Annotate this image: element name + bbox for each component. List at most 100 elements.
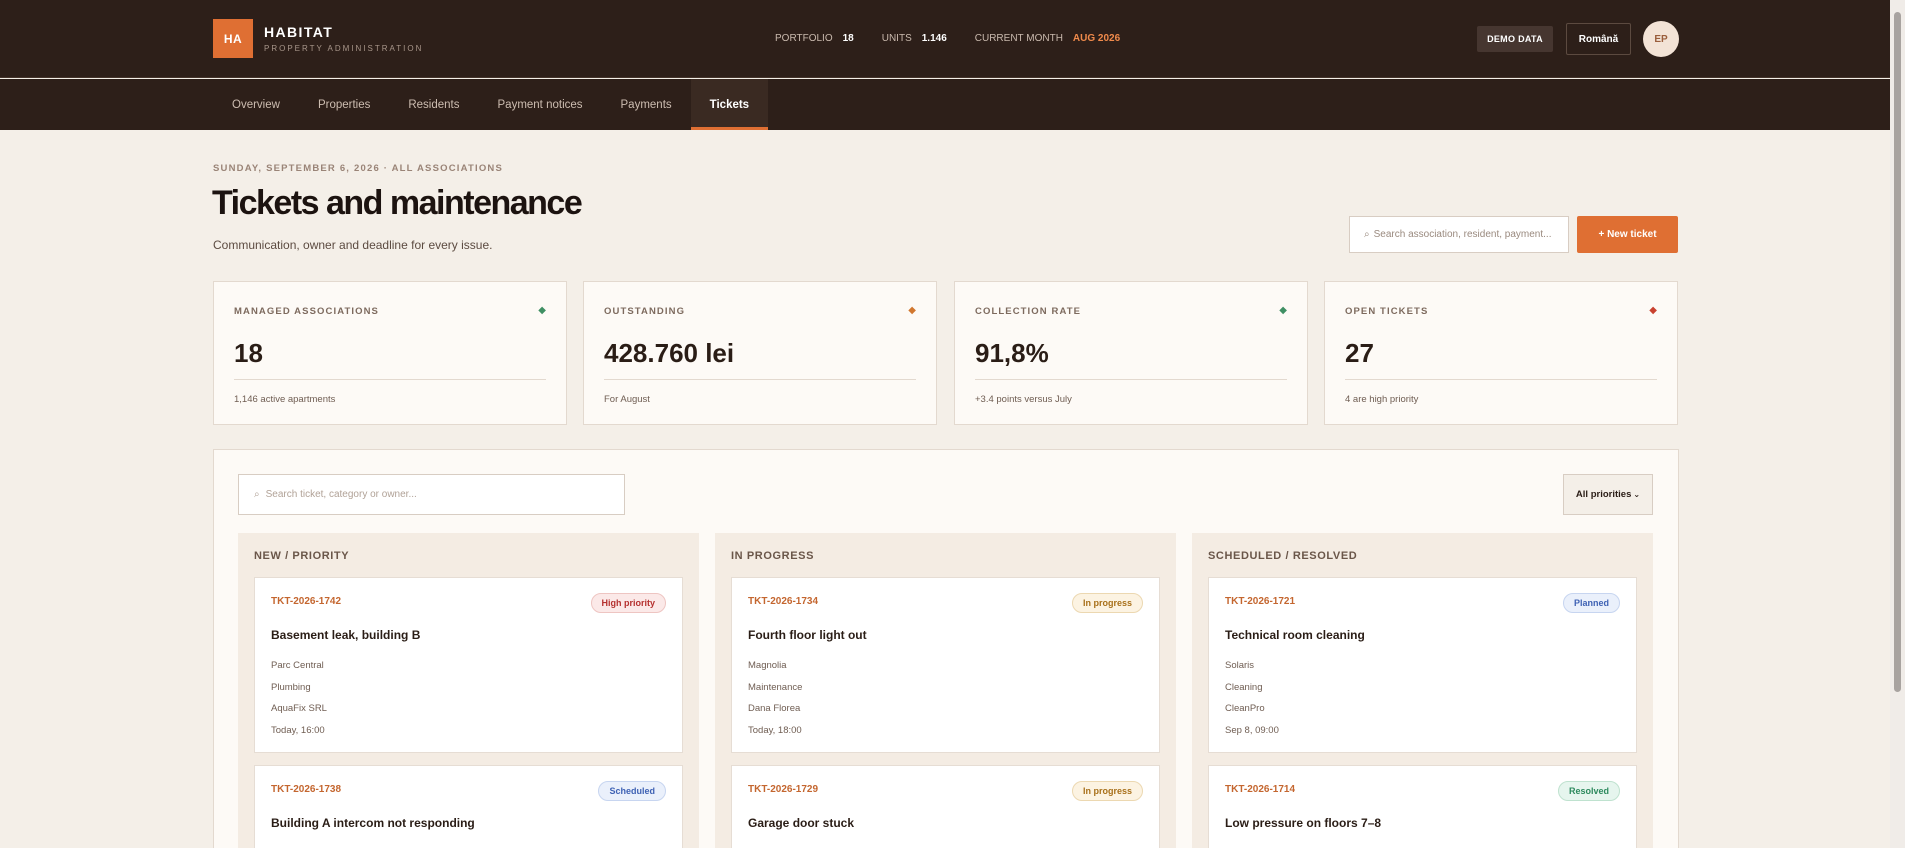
demo-data-button[interactable]: DEMO DATA [1477,26,1553,52]
stat-label: CURRENT MONTH [974,33,1063,44]
page-subtitle: Communication, owner and deadline for ev… [213,238,493,252]
priority-select[interactable]: All priorities ⌄ [1563,474,1653,515]
tab-payment-notices[interactable]: Payment notices [479,79,602,130]
ticket-card[interactable]: TKT-2026-1734 In progress Fourth floor l… [731,577,1160,753]
avatar[interactable]: EP [1643,21,1679,57]
column-new-priority: NEW / PRIORITY TKT-2026-1742 High priori… [238,533,699,848]
kpi-label: OUTSTANDING [604,306,686,317]
column-title: SCHEDULED / RESOLVED [1208,550,1358,562]
stat-label: PORTFOLIO [775,33,833,44]
scrollbar-thumb[interactable] [1894,12,1901,692]
stat-label: UNITS [881,33,912,44]
ticket-category: Cleaning [1225,682,1263,693]
ticket-deadline: Sep 8, 09:00 [1225,725,1279,736]
stat-value: 1.146 [921,33,947,44]
stat-portfolio: PORTFOLIO 18 [775,33,854,44]
kpi-label: MANAGED ASSOCIATIONS [234,306,379,317]
status-badge: Scheduled [598,781,666,801]
column-in-progress: IN PROGRESS TKT-2026-1734 In progress Fo… [715,533,1176,848]
page-title: Tickets and maintenance [212,184,583,222]
ticket-association: Parc Central [271,660,324,671]
ticket-owner: Dana Florea [748,703,801,714]
language-button[interactable]: Română [1566,23,1631,55]
divider [1345,379,1657,380]
nav-bar: Overview Properties Residents Payment no… [0,79,1890,130]
logo[interactable]: HA [213,19,253,58]
ticket-owner: CleanPro [1225,703,1265,714]
status-badge: In progress [1071,781,1143,801]
stat-value: 18 [842,33,854,44]
search-icon: ⌕ [254,489,260,500]
header-stats: PORTFOLIO 18 UNITS 1.146 CURRENT MONTH A… [775,33,1120,44]
ticket-card[interactable]: TKT-2026-1738 Scheduled Building A inter… [254,765,683,848]
kpi-value: 27 [1345,338,1374,368]
brand-name: HABITAT [264,24,334,40]
ticket-id: TKT-2026-1742 [271,596,342,607]
kpi-value: 428.760 lei [604,338,735,368]
ticket-category: Maintenance [748,682,803,693]
chevron-down-icon: ⌄ [1633,490,1641,499]
ticket-title: Technical room cleaning [1225,628,1365,642]
ticket-card[interactable]: TKT-2026-1714 Resolved Low pressure on f… [1208,765,1637,848]
kpi-note: 1,146 active apartments [234,394,336,405]
diamond-icon: ◆ [908,305,916,316]
kpi-open-tickets: OPEN TICKETS ◆ 27 4 are high priority [1324,281,1678,425]
ticket-card[interactable]: TKT-2026-1721 Planned Technical room cle… [1208,577,1637,753]
tab-tickets[interactable]: Tickets [690,79,769,130]
kpi-note: +3.4 points versus July [975,394,1072,405]
diamond-icon: ◆ [1279,305,1287,316]
stat-value: AUG 2026 [1072,33,1121,44]
kpi-note: 4 are high priority [1345,394,1419,405]
ticket-card[interactable]: TKT-2026-1729 In progress Garage door st… [731,765,1160,848]
diamond-icon: ◆ [538,305,546,316]
status-badge: High priority [590,593,666,613]
divider [975,379,1287,380]
status-badge: Resolved [1557,781,1620,801]
new-ticket-button[interactable]: + New ticket [1577,216,1678,253]
nav-tabs: Overview Properties Residents Payment no… [213,79,769,130]
diamond-icon: ◆ [1649,305,1657,316]
priority-select-value: All priorities [1575,489,1632,500]
search-placeholder: Search association, resident, payment... [1373,229,1552,240]
ticket-deadline: Today, 18:00 [748,725,802,736]
kpi-outstanding: OUTSTANDING ◆ 428.760 lei For August [583,281,937,425]
ticket-owner: AquaFix SRL [271,703,327,714]
ticket-deadline: Today, 16:00 [271,725,325,736]
kpi-label: OPEN TICKETS [1345,306,1429,317]
kpi-managed-associations: MANAGED ASSOCIATIONS ◆ 18 1,146 active a… [213,281,567,425]
ticket-id: TKT-2026-1738 [271,784,342,795]
tab-overview[interactable]: Overview [213,79,299,130]
ticket-association: Solaris [1225,660,1255,671]
divider [604,379,916,380]
status-badge: In progress [1071,593,1143,613]
tab-properties[interactable]: Properties [299,79,389,130]
dateline: SUNDAY, SEPTEMBER 6, 2026 · ALL ASSOCIAT… [213,163,504,174]
ticket-title: Building A intercom not responding [271,816,475,830]
kpi-value: 18 [234,338,263,368]
column-scheduled-resolved: SCHEDULED / RESOLVED TKT-2026-1721 Plann… [1192,533,1653,848]
stat-units: UNITS 1.146 [882,33,947,44]
tab-payments[interactable]: Payments [602,79,691,130]
ticket-id: TKT-2026-1734 [748,596,819,607]
ticket-card[interactable]: TKT-2026-1742 High priority Basement lea… [254,577,683,753]
global-search-input[interactable]: ⌕ Search association, resident, payment.… [1349,216,1569,253]
tab-residents[interactable]: Residents [389,79,478,130]
brand-tagline: PROPERTY ADMINISTRATION [264,44,424,53]
status-badge: Planned [1562,593,1620,613]
top-bar: HA HABITAT PROPERTY ADMINISTRATION PORTF… [0,0,1890,78]
ticket-id: TKT-2026-1721 [1225,596,1296,607]
divider [234,379,546,380]
search-placeholder: Search ticket, category or owner... [265,489,417,500]
stat-current-month: CURRENT MONTH AUG 2026 [975,33,1120,44]
column-title: IN PROGRESS [731,550,815,562]
ticket-category: Plumbing [271,682,311,693]
ticket-association: Magnolia [748,660,787,671]
kpi-note: For August [604,394,650,405]
kpi-label: COLLECTION RATE [975,306,1082,317]
ticket-title: Garage door stuck [748,816,855,830]
ticket-search-input[interactable]: ⌕ Search ticket, category or owner... [238,474,625,515]
ticket-title: Low pressure on floors 7–8 [1225,816,1382,830]
ticket-title: Fourth floor light out [748,628,867,642]
column-title: NEW / PRIORITY [254,550,350,562]
kpi-collection-rate: COLLECTION RATE ◆ 91,8% +3.4 points vers… [954,281,1308,425]
